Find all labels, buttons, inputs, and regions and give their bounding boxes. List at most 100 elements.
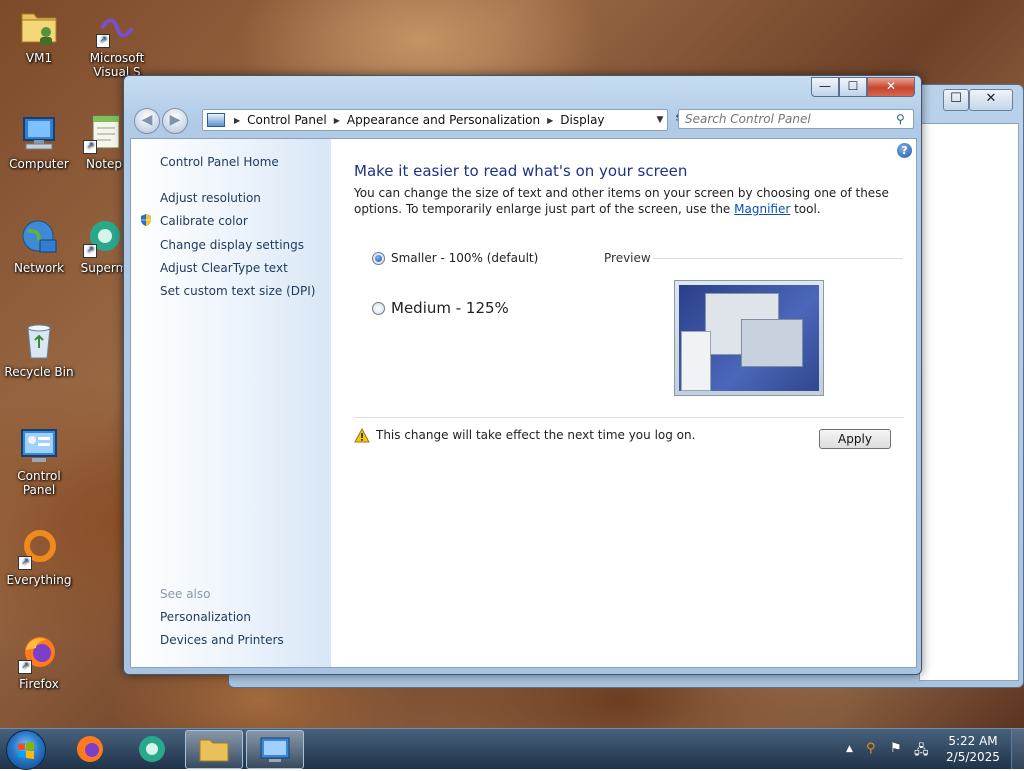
taskbar-control-panel[interactable]: [246, 730, 304, 769]
custom-text-size-link[interactable]: Set custom text size (DPI): [160, 284, 315, 298]
section-divider: [354, 417, 904, 418]
desktop-icon-label: Firefox: [19, 677, 59, 691]
desktop-icon-visual-studio[interactable]: ↗ Microsoft Visual S: [78, 6, 156, 79]
network-globe-icon: [18, 216, 60, 258]
preview-start-menu: [681, 331, 711, 391]
shortcut-arrow-icon: ↗: [18, 556, 32, 570]
desktop-icon-everything[interactable]: ↗ Everything: [0, 528, 78, 587]
desktop-icon-recycle-bin[interactable]: Recycle Bin: [0, 320, 78, 379]
breadcrumb-display[interactable]: Display: [560, 113, 604, 127]
desktop-icon-label: VM1: [25, 51, 53, 65]
description-text-end: tool.: [790, 202, 821, 216]
computer-icon: [18, 112, 60, 154]
desktop-icon-label: Control Panel: [17, 469, 61, 497]
windows-logo-icon: [18, 742, 34, 759]
supermium-icon: ↗: [83, 216, 125, 258]
control-panel-icon: [18, 424, 60, 466]
display-window[interactable]: — ☐ ✕ ◀ ▶ ▶ Control Panel ▶ Appearance a…: [123, 75, 922, 675]
uac-shield-icon: [141, 214, 151, 226]
desktop-icon-label: Recycle Bin: [4, 365, 74, 379]
search-input[interactable]: [678, 109, 914, 129]
devices-printers-link[interactable]: Devices and Printers: [160, 633, 284, 647]
supermium-icon: [139, 736, 165, 762]
action-center-flag-icon[interactable]: ⚑: [890, 741, 902, 756]
adjust-resolution-link[interactable]: Adjust resolution: [160, 191, 261, 205]
minimize-button[interactable]: —: [811, 77, 839, 97]
desktop-icon-vm1[interactable]: VM1: [0, 6, 78, 65]
taskbar-supermium[interactable]: [124, 730, 180, 767]
firefox-icon: [77, 736, 103, 762]
shortcut-arrow-icon: ↗: [83, 244, 97, 258]
search-icon[interactable]: ⚲: [896, 112, 905, 126]
navigation-bar: ◀ ▶ ▶ Control Panel ▶ Appearance and Per…: [130, 106, 915, 134]
window-client-area: Control Panel Home Adjust resolution Cal…: [130, 138, 917, 668]
radio-smaller[interactable]: [372, 251, 385, 265]
control-panel-icon: [207, 113, 225, 127]
folder-icon: [199, 739, 229, 762]
clock-time: 5:22 AM: [948, 734, 998, 748]
breadcrumb-chevron-icon: ▶: [547, 115, 554, 125]
personalization-link[interactable]: Personalization: [160, 610, 251, 624]
control-panel-icon: [260, 737, 290, 762]
show-desktop-button[interactable]: [1011, 729, 1024, 769]
arrow-left-icon: ◀: [141, 112, 153, 128]
desktop-icon-label: Computer: [9, 157, 69, 171]
arrow-right-icon: ▶: [169, 112, 181, 128]
breadcrumb-appearance[interactable]: Appearance and Personalization: [347, 113, 540, 127]
folder-user-icon: [18, 6, 60, 48]
address-dropdown-icon[interactable]: ▼: [653, 115, 667, 125]
breadcrumb-chevron-icon: ▶: [333, 115, 340, 125]
maximize-button[interactable]: ☐: [839, 77, 867, 97]
notepad-icon: ↗: [83, 112, 125, 154]
bg-window-content: [919, 123, 1019, 681]
breadcrumb-chevron-icon: ▶: [234, 115, 241, 125]
preview-label: Preview: [604, 251, 651, 265]
taskbar-firefox[interactable]: [62, 730, 118, 767]
back-button[interactable]: ◀: [134, 108, 160, 134]
everything-tray-icon[interactable]: ⚲: [866, 741, 876, 756]
network-tray-icon[interactable]: 🖧: [914, 741, 929, 763]
forward-button[interactable]: ▶: [162, 108, 188, 134]
recycle-bin-icon: [18, 320, 60, 362]
desktop-icon-firefox[interactable]: ↗ Firefox: [0, 632, 78, 691]
option-smaller[interactable]: Smaller - 100% (default): [372, 251, 538, 265]
firefox-icon: ↗: [18, 632, 60, 674]
desktop-icon-control-panel[interactable]: Control Panel: [0, 424, 78, 497]
option-smaller-label: Smaller - 100% (default): [391, 251, 539, 265]
start-button[interactable]: [6, 730, 46, 770]
option-medium[interactable]: Medium - 125%: [372, 299, 509, 317]
shortcut-arrow-icon: ↗: [83, 140, 97, 154]
control-panel-home-link[interactable]: Control Panel Home: [160, 155, 279, 169]
desktop-icon-computer[interactable]: Computer: [0, 112, 78, 171]
calibrate-color-link[interactable]: Calibrate color: [160, 214, 248, 228]
radio-medium[interactable]: [372, 301, 385, 315]
help-icon[interactable]: ?: [897, 143, 912, 158]
apply-button[interactable]: Apply: [819, 429, 891, 449]
bg-close-button[interactable]: ✕: [969, 89, 1013, 111]
desktop-icon-label: Network: [13, 261, 65, 275]
close-button[interactable]: ✕: [867, 77, 915, 97]
warning-icon: [354, 428, 370, 443]
clock-date: 2/5/2025: [946, 750, 1000, 764]
show-hidden-icons-button[interactable]: ▲: [846, 744, 853, 754]
breadcrumb-control-panel[interactable]: Control Panel: [247, 113, 327, 127]
change-display-settings-link[interactable]: Change display settings: [160, 238, 304, 252]
preview-window-front: [741, 319, 803, 367]
warning-message: This change will take effect the next ti…: [376, 428, 696, 442]
adjust-cleartype-link[interactable]: Adjust ClearType text: [160, 261, 288, 275]
desktop-icon-network[interactable]: Network: [0, 216, 78, 275]
left-task-pane: Control Panel Home Adjust resolution Cal…: [131, 139, 331, 667]
preview-image: [674, 280, 824, 396]
bg-maximize-button[interactable]: ☐: [943, 89, 969, 111]
system-clock[interactable]: 5:22 AM 2/5/2025: [938, 733, 1008, 765]
taskbar-explorer[interactable]: [185, 730, 243, 769]
page-title: Make it easier to read what's on your sc…: [354, 162, 688, 180]
magnifier-link[interactable]: Magnifier: [734, 202, 790, 216]
caption-buttons: — ☐ ✕: [811, 77, 915, 97]
address-bar[interactable]: ▶ Control Panel ▶ Appearance and Persona…: [202, 109, 668, 131]
shortcut-arrow-icon: ↗: [96, 34, 110, 48]
visual-studio-icon: ↗: [96, 6, 138, 48]
see-also-heading: See also: [160, 587, 211, 601]
preview-desktop: [679, 285, 819, 391]
everything-search-icon: ↗: [18, 528, 60, 570]
